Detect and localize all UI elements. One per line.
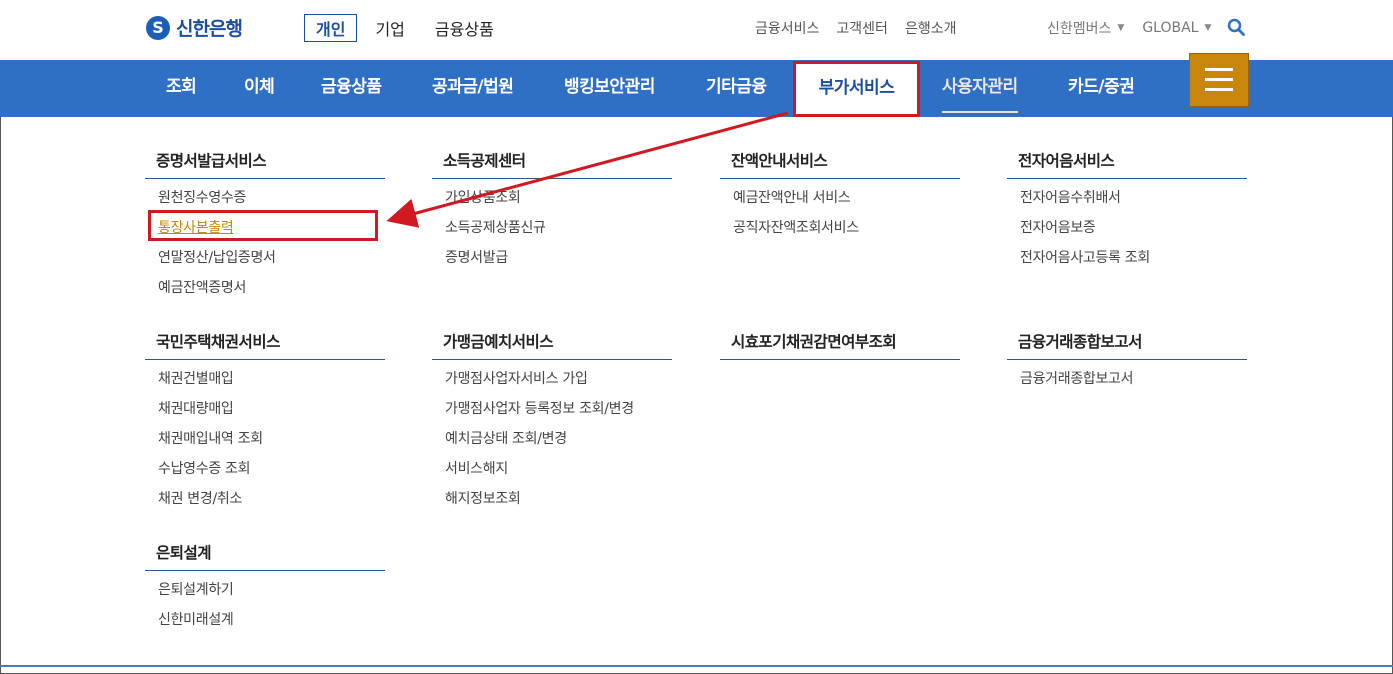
menu-item[interactable]: 채권 변경/취소 bbox=[158, 484, 385, 514]
menu-group-title: 잔액안내서비스 bbox=[720, 149, 960, 179]
nav-financial-products[interactable]: 금융상품 bbox=[321, 60, 382, 117]
utility-right: 신한멤버스 ▼ GLOBAL ▼ bbox=[1047, 18, 1223, 38]
menu-group-title: 금융거래종합보고서 bbox=[1007, 330, 1247, 360]
menu-item[interactable]: 전자어음보증 bbox=[1020, 213, 1247, 243]
link-customer-center[interactable]: 고객센터 bbox=[836, 18, 888, 38]
caret-down-icon: ▼ bbox=[1204, 23, 1212, 33]
menu-group-income-deduction: 소득공제센터 가입상품조회 소득공제상품신규 증명서발급 bbox=[432, 149, 672, 273]
menu-item[interactable]: 공직자잔액조회서비스 bbox=[733, 213, 960, 243]
menu-group-financial-report: 금융거래종합보고서 금융거래종합보고서 bbox=[1007, 330, 1247, 394]
menu-group-e-bill: 전자어음서비스 전자어음수취배서 전자어음보증 전자어음사고등록 조회 bbox=[1007, 149, 1247, 273]
menu-group-statute-bond: 시효포기채권감면여부조회 bbox=[720, 330, 960, 360]
logo-mark-icon: S bbox=[146, 15, 170, 40]
link-financial-services[interactable]: 금융서비스 bbox=[755, 18, 819, 38]
menu-item[interactable]: 예치금상태 조회/변경 bbox=[445, 424, 672, 454]
menu-item[interactable]: 증명서발급 bbox=[445, 243, 672, 273]
nav-transfer[interactable]: 이체 bbox=[244, 60, 275, 117]
main-nav: 조회 이체 금융상품 공과금/법원 뱅킹보안관리 기타금융 부가서비스 사용자관… bbox=[0, 60, 1393, 117]
menu-item[interactable]: 채권매입내역 조회 bbox=[158, 424, 385, 454]
tab-personal[interactable]: 개인 bbox=[304, 14, 358, 42]
nav-banking-security[interactable]: 뱅킹보안관리 bbox=[564, 60, 655, 117]
menu-item[interactable]: 원천징수영수증 bbox=[158, 183, 385, 213]
menu-item[interactable]: 소득공제상품신규 bbox=[445, 213, 672, 243]
footer-divider bbox=[0, 665, 1393, 667]
menu-item[interactable]: 가맹점사업자서비스 가입 bbox=[445, 364, 672, 394]
nav-card-securities[interactable]: 카드/증권 bbox=[1068, 60, 1135, 117]
highlight-annotation-box bbox=[148, 210, 378, 241]
menu-item[interactable]: 신한미래설계 bbox=[158, 605, 385, 635]
menu-item[interactable]: 해지정보조회 bbox=[445, 484, 672, 514]
menu-group-title: 전자어음서비스 bbox=[1007, 149, 1247, 179]
menu-item[interactable]: 가맹점사업자 등록정보 조회/변경 bbox=[445, 394, 672, 424]
nav-inquiry[interactable]: 조회 bbox=[166, 60, 197, 117]
nav-additional-services[interactable]: 부가서비스 bbox=[793, 61, 920, 117]
menu-group-title[interactable]: 시효포기채권감면여부조회 bbox=[720, 330, 960, 360]
menu-item[interactable]: 가입상품조회 bbox=[445, 183, 672, 213]
menu-group-housing-bond: 국민주택채권서비스 채권건별매입 채권대량매입 채권매입내역 조회 수납영수증 … bbox=[145, 330, 385, 514]
menu-item[interactable]: 금융거래종합보고서 bbox=[1020, 364, 1247, 394]
tab-corporate[interactable]: 기업 bbox=[363, 14, 416, 42]
menu-group-balance-notice: 잔액안내서비스 예금잔액안내 서비스 공직자잔액조회서비스 bbox=[720, 149, 960, 243]
hamburger-icon[interactable] bbox=[1189, 53, 1249, 107]
nav-utility-court[interactable]: 공과금/법원 bbox=[432, 60, 514, 117]
menu-item[interactable]: 전자어음사고등록 조회 bbox=[1020, 243, 1247, 273]
search-icon[interactable] bbox=[1227, 18, 1245, 36]
menu-group-title: 증명서발급서비스 bbox=[145, 149, 385, 179]
top-bar: S 신한은행 개인 기업 금융상품 금융서비스 고객센터 은행소개 신한멤버스 … bbox=[0, 0, 1393, 60]
logo-text: 신한은행 bbox=[176, 18, 243, 40]
nav-user-management[interactable]: 사용자관리 bbox=[942, 60, 1018, 117]
menu-group-retirement: 은퇴설계 은퇴설계하기 신한미래설계 bbox=[145, 541, 385, 635]
menu-group-title: 국민주택채권서비스 bbox=[145, 330, 385, 360]
menu-item[interactable]: 서비스해지 bbox=[445, 454, 672, 484]
members-dropdown[interactable]: 신한멤버스 bbox=[1047, 18, 1111, 38]
menu-item[interactable]: 연말정산/납입증명서 bbox=[158, 243, 385, 273]
menu-group-franchise-deposit: 가맹금예치서비스 가맹점사업자서비스 가입 가맹점사업자 등록정보 조회/변경 … bbox=[432, 330, 672, 514]
menu-item[interactable]: 예금잔액안내 서비스 bbox=[733, 183, 960, 213]
customer-segment-tabs: 개인 기업 금융상품 bbox=[304, 14, 512, 42]
menu-group-title: 가맹금예치서비스 bbox=[432, 330, 672, 360]
shinhan-logo[interactable]: S 신한은행 bbox=[146, 14, 243, 41]
menu-item[interactable]: 채권건별매입 bbox=[158, 364, 385, 394]
caret-down-icon: ▼ bbox=[1117, 23, 1125, 33]
menu-group-title: 소득공제센터 bbox=[432, 149, 672, 179]
menu-group-title: 은퇴설계 bbox=[145, 541, 385, 571]
nav-other-finance[interactable]: 기타금융 bbox=[706, 60, 767, 117]
menu-item[interactable]: 예금잔액증명서 bbox=[158, 273, 385, 303]
menu-item[interactable]: 은퇴설계하기 bbox=[158, 575, 385, 605]
menu-item[interactable]: 수납영수증 조회 bbox=[158, 454, 385, 484]
menu-item[interactable]: 채권대량매입 bbox=[158, 394, 385, 424]
menu-item[interactable]: 전자어음수취배서 bbox=[1020, 183, 1247, 213]
link-bank-intro[interactable]: 은행소개 bbox=[905, 18, 957, 38]
tab-financial-products[interactable]: 금융상품 bbox=[423, 14, 506, 42]
utility-links: 금융서비스 고객센터 은행소개 bbox=[755, 18, 956, 38]
global-dropdown[interactable]: GLOBAL bbox=[1142, 20, 1198, 36]
